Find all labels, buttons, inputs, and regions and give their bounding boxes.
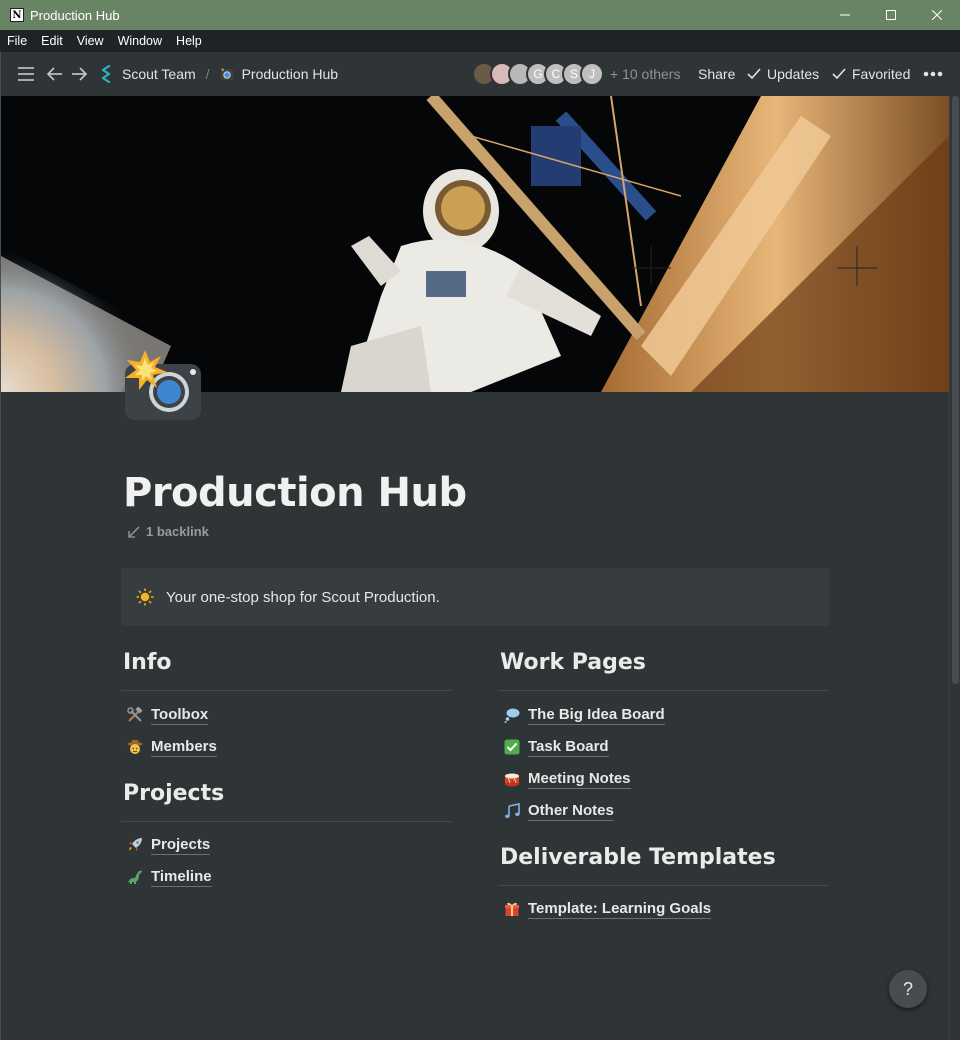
others-count[interactable]: + 10 others [610, 52, 680, 96]
link-toolbox[interactable]: Toolbox [121, 699, 452, 731]
link-label: Timeline [151, 867, 212, 887]
right-column: Work Pages The Big Idea Board Task Board… [498, 650, 829, 925]
maximize-icon [886, 10, 896, 20]
check-icon [747, 68, 761, 80]
sidebar-toggle-button[interactable] [15, 63, 37, 85]
breadcrumb-page[interactable]: Production Hub [242, 66, 339, 82]
favorited-label: Favorited [852, 66, 911, 82]
breadcrumb-workspace[interactable]: Scout Team [122, 66, 196, 82]
page-topbar: Scout Team / Production Hub G C S J + 10… [1, 52, 950, 96]
favorited-button[interactable]: Favorited [832, 52, 910, 96]
breadcrumb: Scout Team / Production Hub [100, 65, 338, 83]
window-titlebar: N Production Hub [0, 0, 960, 30]
link-projects[interactable]: Projects [121, 829, 452, 861]
check-box-icon [501, 739, 523, 755]
menu-window[interactable]: Window [118, 34, 162, 48]
page-cover-image[interactable] [1, 96, 949, 392]
link-label: Template: Learning Goals [528, 899, 712, 919]
cowboy-face-icon [124, 739, 146, 755]
arrow-left-icon [47, 67, 62, 81]
section-divider [121, 821, 452, 822]
scrollbar-thumb[interactable] [952, 96, 959, 684]
link-label: Task Board [528, 737, 609, 757]
back-button[interactable] [44, 63, 66, 85]
hamburger-icon [18, 67, 34, 81]
section-divider [498, 690, 829, 691]
breadcrumb-separator: / [205, 66, 210, 82]
close-button[interactable] [914, 0, 960, 30]
link-label: Members [151, 737, 217, 757]
section-heading-work-pages: Work Pages [500, 650, 646, 675]
share-button[interactable]: Share [698, 52, 735, 96]
link-label: Meeting Notes [528, 769, 631, 789]
link-timeline[interactable]: Timeline [121, 861, 452, 893]
section-divider [121, 690, 452, 691]
link-task-board[interactable]: Task Board [498, 731, 829, 763]
avatar[interactable]: J [580, 62, 604, 86]
music-notes-icon [501, 803, 523, 819]
callout-text: Your one-stop shop for Scout Production. [166, 588, 440, 606]
backlink-button[interactable]: 1 backlink [128, 524, 209, 539]
sun-icon [136, 588, 154, 606]
menu-help[interactable]: Help [176, 34, 202, 48]
page-title[interactable]: Production Hub [123, 470, 467, 516]
camera-flash-icon [220, 67, 234, 81]
vertical-scrollbar[interactable] [949, 96, 960, 1040]
link-label: The Big Idea Board [528, 705, 665, 725]
collaborator-avatars[interactable]: G C S J [472, 62, 604, 86]
link-big-idea-board[interactable]: The Big Idea Board [498, 699, 829, 731]
help-button[interactable]: ? [889, 970, 927, 1008]
scout-logo-icon [100, 65, 114, 83]
more-options-button[interactable] [923, 52, 943, 96]
minimize-button[interactable] [822, 0, 868, 30]
menu-view[interactable]: View [77, 34, 104, 48]
left-column: Info Toolbox Members Projects Projects T… [121, 650, 452, 893]
link-meeting-notes[interactable]: Meeting Notes [498, 763, 829, 795]
link-label: Other Notes [528, 801, 614, 821]
notion-app-icon: N [10, 8, 24, 22]
dinosaur-icon [124, 869, 146, 885]
link-other-notes[interactable]: Other Notes [498, 795, 829, 827]
section-heading-info: Info [123, 650, 172, 675]
menu-edit[interactable]: Edit [41, 34, 63, 48]
thought-bubble-icon [501, 707, 523, 723]
menu-file[interactable]: File [7, 34, 27, 48]
link-label: Projects [151, 835, 211, 855]
callout-block[interactable]: Your one-stop shop for Scout Production. [121, 568, 829, 626]
arrow-right-icon [72, 67, 87, 81]
link-label: Toolbox [151, 705, 209, 725]
section-heading-projects: Projects [123, 781, 225, 806]
menu-bar: File Edit View Window Help [0, 30, 960, 52]
link-template-learning-goals[interactable]: Template: Learning Goals [498, 893, 829, 925]
section-divider [498, 885, 829, 886]
drum-icon [501, 771, 523, 787]
updates-button[interactable]: Updates [747, 52, 819, 96]
window-title: Production Hub [30, 7, 120, 23]
forward-button[interactable] [68, 63, 90, 85]
backlink-label: 1 backlink [146, 524, 209, 539]
minimize-icon [840, 14, 850, 16]
hammer-wrench-icon [124, 707, 146, 723]
maximize-button[interactable] [868, 0, 914, 30]
section-heading-deliverable-templates: Deliverable Templates [500, 845, 776, 870]
backlink-arrow-icon [128, 526, 140, 538]
rocket-icon [124, 837, 146, 853]
more-dots-icon [923, 71, 943, 77]
updates-label: Updates [767, 66, 820, 82]
close-icon [932, 10, 942, 20]
check-icon [832, 68, 846, 80]
gift-icon [501, 901, 523, 917]
link-members[interactable]: Members [121, 731, 452, 763]
camera-flash-icon[interactable] [123, 350, 205, 422]
